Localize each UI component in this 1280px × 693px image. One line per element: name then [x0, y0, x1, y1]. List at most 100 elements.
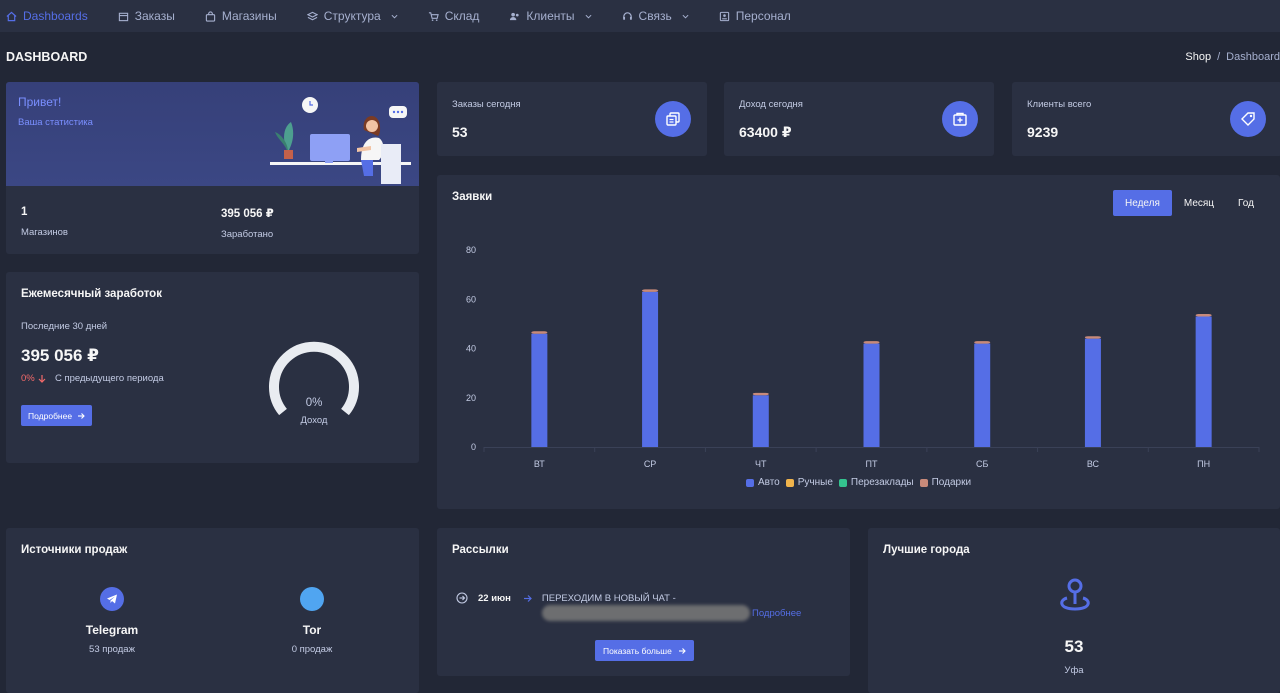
- nav-item-warehouse[interactable]: Склад: [428, 0, 480, 32]
- legend-item-gifts[interactable]: Подарки: [919, 477, 972, 488]
- legend-item-manual[interactable]: Ручные: [785, 477, 833, 488]
- tag-icon: [1230, 101, 1266, 137]
- nav-label: Dashboards: [23, 9, 88, 23]
- stat-card-clients-total: Клиенты всего 9239: [1012, 82, 1280, 156]
- gauge-value: 0%: [305, 397, 323, 409]
- legend-label: Ручные: [797, 477, 833, 488]
- chart-bar: [1195, 316, 1212, 447]
- chevron-down-icon: [391, 13, 398, 20]
- y-tick-label: 60: [466, 294, 476, 304]
- monthly-earnings-card: Ежемесячный заработок Последние 30 дней …: [6, 272, 419, 463]
- show-more-button[interactable]: Показать больше: [595, 640, 694, 661]
- arrow-right-icon: [523, 594, 532, 603]
- stat-label: Заказы сегодня: [452, 99, 521, 110]
- nav-item-staff[interactable]: Персонал: [719, 0, 791, 32]
- tab-week[interactable]: Неделя: [1113, 190, 1172, 216]
- nav-item-orders[interactable]: Заказы: [118, 0, 175, 32]
- y-tick-label: 80: [466, 245, 476, 255]
- chevron-down-icon: [585, 13, 592, 20]
- orders-chart-card: 0 20 40 60 80 ВТ СР ЧТ ПТ СБ ВС ПН Заявки Неделя Ме…: [437, 175, 1280, 509]
- tor-icon: [300, 587, 324, 611]
- chart-bar: [974, 341, 991, 344]
- welcome-stat-stores: 1 Магазинов: [21, 206, 68, 238]
- stat-label: Доход сегодня: [739, 99, 803, 110]
- nav-item-communication[interactable]: Связь: [622, 0, 689, 32]
- bag-icon: [205, 10, 216, 22]
- layers-icon: [306, 11, 318, 22]
- legend-item-auto[interactable]: Авто: [745, 477, 780, 488]
- calendar-icon: [118, 11, 129, 22]
- mailing-more-link[interactable]: Подробнее: [752, 608, 801, 619]
- chart-bar: [863, 343, 880, 447]
- page-title: DASHBOARD: [6, 50, 88, 64]
- nav-label: Заказы: [134, 9, 175, 23]
- source-name: Tor: [302, 623, 322, 637]
- chart-bar: [642, 289, 659, 292]
- welcome-greeting: Привет!: [18, 95, 62, 109]
- nav-label: Структура: [323, 9, 381, 23]
- arrow-down-icon: [38, 374, 46, 383]
- nav-label: Персонал: [735, 9, 791, 23]
- legend-swatch: [745, 478, 754, 487]
- chevron-down-icon: [682, 13, 689, 20]
- legend-label: Подарки: [931, 477, 972, 488]
- chart-bar: [752, 392, 769, 396]
- legend-swatch: [838, 478, 847, 487]
- sales-sources-card: Источники продаж Telegram 53 продаж Tor …: [6, 528, 419, 693]
- monthly-change-pct: 0%: [21, 373, 35, 384]
- x-tick-label: ПТ: [866, 459, 878, 469]
- nav-label: Склад: [444, 9, 480, 23]
- details-button[interactable]: Подробнее: [21, 405, 93, 426]
- sources-title: Источники продаж: [21, 544, 128, 556]
- x-tick-label: СР: [644, 459, 657, 469]
- source-tor: Tor 0 продаж: [242, 587, 382, 655]
- x-tick-label: ВТ: [534, 459, 545, 469]
- cities-title: Лучшие города: [883, 544, 970, 556]
- tab-year[interactable]: Год: [1226, 190, 1266, 216]
- x-tick-label: ВС: [1087, 459, 1100, 469]
- stat-label: Клиенты всего: [1027, 99, 1092, 110]
- y-tick-label: 40: [466, 344, 476, 354]
- top-navigation: Dashboards Заказы Магазины Структура Скл…: [0, 0, 1280, 32]
- nav-item-clients[interactable]: Клиенты: [509, 0, 592, 32]
- welcome-stat-value: 395 056 ₽: [221, 208, 274, 220]
- chart-bar: [1084, 336, 1101, 339]
- monthly-change: 0%: [21, 373, 46, 384]
- nav-label: Связь: [638, 9, 672, 23]
- mailing-date: 22 июн: [478, 592, 511, 604]
- nav-item-structure[interactable]: Структура: [306, 0, 398, 32]
- legend-label: Перезаклады: [850, 477, 914, 488]
- monthly-change-text: С предыдущего периода: [55, 373, 164, 384]
- chart-bar: [974, 343, 991, 447]
- source-count: 0 продаж: [291, 644, 333, 655]
- x-tick-label: СБ: [976, 459, 988, 469]
- stat-value: 53: [452, 124, 468, 140]
- nav-item-stores[interactable]: Магазины: [205, 0, 277, 32]
- chart-bar: [863, 341, 880, 344]
- breadcrumb-separator: /: [1217, 51, 1221, 63]
- redacted-text: [542, 605, 750, 621]
- breadcrumb-shop[interactable]: Shop: [1185, 51, 1211, 63]
- breadcrumb-current: Dashboard: [1226, 51, 1280, 63]
- tab-month[interactable]: Месяц: [1172, 190, 1226, 216]
- chart-bar: [1084, 338, 1101, 447]
- arrow-right-icon: [678, 647, 686, 655]
- chart-period-tabs: Неделя Месяц Год: [1113, 190, 1266, 216]
- mailings-card: Рассылки 22 июн ПЕРЕХОДИМ В НОВЫЙ ЧАТ - …: [437, 528, 850, 676]
- mailing-text: ПЕРЕХОДИМ В НОВЫЙ ЧАТ -: [541, 592, 676, 604]
- welcome-stat-label: Заработано: [221, 229, 274, 240]
- archive-plus-icon: [942, 101, 978, 137]
- city-name: Уфа: [1064, 665, 1084, 676]
- legend-item-repledge[interactable]: Перезаклады: [838, 477, 914, 488]
- y-tick-label: 0: [471, 442, 476, 452]
- headset-icon: [622, 11, 633, 22]
- welcome-card: Привет! Ваша статистика 1 Магазинов 395 …: [6, 82, 419, 254]
- id-card-icon: [719, 11, 730, 22]
- telegram-icon: [100, 587, 124, 611]
- monthly-value: 395 056 ₽: [21, 346, 100, 365]
- nav-item-dashboards[interactable]: Dashboards: [6, 0, 88, 32]
- monthly-period: Последние 30 дней: [21, 321, 108, 332]
- chart-bar: [752, 395, 769, 447]
- stat-card-income-today: Доход сегодня 63400 ₽: [724, 82, 994, 156]
- welcome-stat-earned: 395 056 ₽ Заработано: [221, 206, 274, 240]
